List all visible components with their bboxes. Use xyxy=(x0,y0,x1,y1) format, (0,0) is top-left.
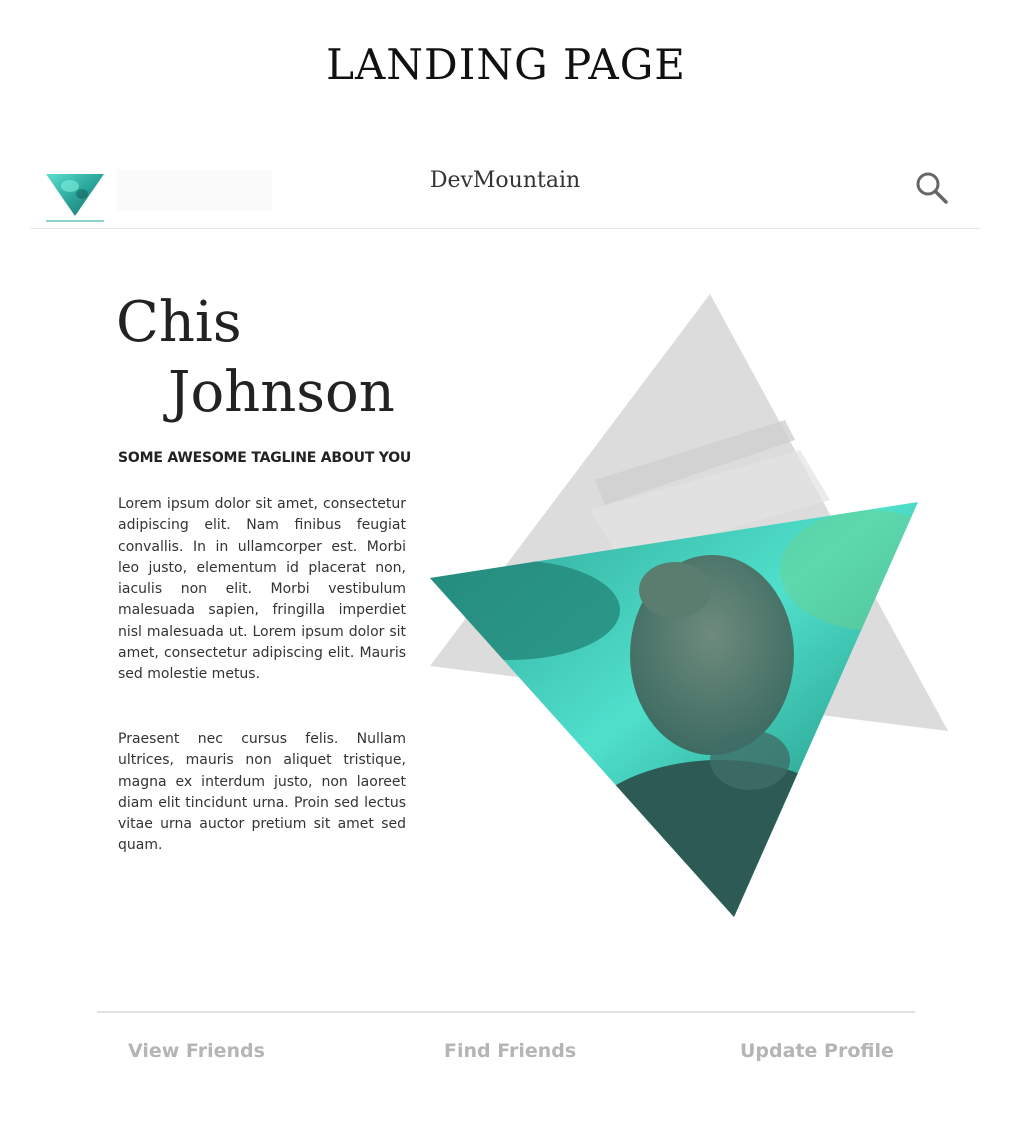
brand-name: DevMountain xyxy=(429,168,581,193)
find-friends-link[interactable]: Find Friends xyxy=(444,1040,576,1062)
triangle-logo-icon[interactable] xyxy=(46,172,104,224)
page-title: LANDING PAGE xyxy=(326,40,686,89)
search-icon xyxy=(916,172,948,204)
header-bar: DevMountain xyxy=(30,150,980,229)
last-name: Johnson xyxy=(168,360,395,425)
update-profile-link[interactable]: Update Profile xyxy=(740,1040,894,1062)
first-name: Chis xyxy=(116,290,242,355)
header-input[interactable] xyxy=(116,169,272,211)
footer-divider xyxy=(97,1011,915,1013)
search-button[interactable] xyxy=(910,166,954,210)
hero-triangle-art xyxy=(430,294,948,917)
view-friends-link[interactable]: View Friends xyxy=(128,1040,265,1062)
logo-active-indicator xyxy=(46,220,104,222)
bio-paragraph-1: Lorem ipsum dolor sit amet, consectetur … xyxy=(118,496,406,683)
bio-paragraph-2: Praesent nec cursus felis. Nullam ultric… xyxy=(118,731,406,854)
hero-name: Chis Johnson xyxy=(116,288,395,428)
tagline: SOME AWESOME TAGLINE ABOUT YOU xyxy=(118,450,412,466)
